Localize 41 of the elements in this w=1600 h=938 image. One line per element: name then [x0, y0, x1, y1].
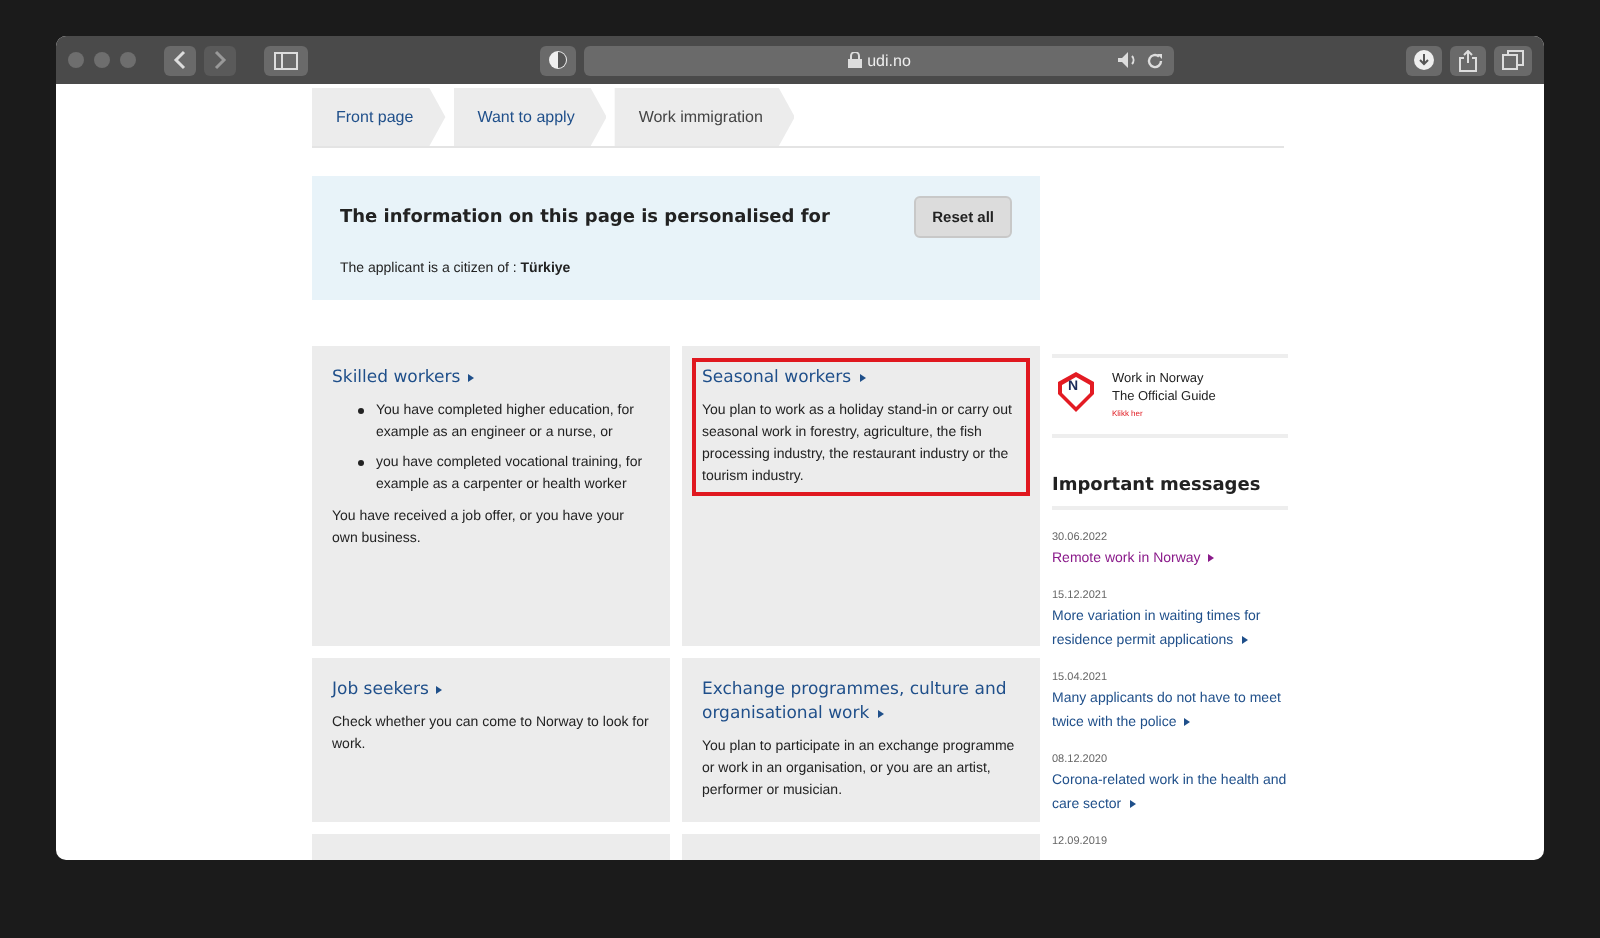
- tabs-icon: [1502, 50, 1524, 70]
- caret-icon: [1182, 716, 1193, 729]
- caret-icon: [875, 707, 886, 720]
- download-button[interactable]: [1406, 45, 1442, 75]
- reload-icon[interactable]: [1146, 51, 1164, 69]
- forward-icon: [212, 50, 228, 70]
- caret-icon: [1206, 552, 1217, 565]
- caret-icon: [1239, 634, 1250, 647]
- speaker-icon[interactable]: [1118, 51, 1138, 67]
- tabs-button[interactable]: [1494, 45, 1532, 75]
- sidebar-icon: [274, 51, 298, 69]
- minimize-dot-icon[interactable]: [94, 52, 110, 68]
- category-link[interactable]: Seasonal workers: [702, 366, 1020, 390]
- caret-icon: [466, 371, 477, 384]
- lock-icon: [847, 52, 862, 68]
- back-icon: [172, 50, 188, 70]
- caret-icon: [1127, 798, 1138, 811]
- breadcrumb-link[interactable]: Work immigration: [614, 88, 795, 146]
- sidebar-button[interactable]: [264, 45, 308, 75]
- download-icon: [1414, 50, 1434, 70]
- back-button[interactable]: [164, 45, 196, 75]
- category-link[interactable]: Skilled workers: [332, 366, 650, 390]
- breadcrumb-link[interactable]: Want to apply: [453, 88, 607, 146]
- category-link[interactable]: Job seekers: [332, 678, 650, 702]
- personalisation-title: The information on this page is personalised for: [340, 207, 830, 227]
- bullet-icon: [358, 460, 364, 466]
- forward-button[interactable]: [204, 45, 236, 75]
- address-text: udi.no: [867, 51, 911, 69]
- section-heading: Important messages: [1052, 476, 1288, 510]
- category-link[interactable]: Exchange programmes, culture and organisational work: [702, 678, 1020, 726]
- caret-icon: [857, 371, 868, 384]
- bullet-icon: [358, 408, 364, 414]
- caret-icon: [434, 683, 445, 696]
- zoom-dot-icon[interactable]: [120, 52, 136, 68]
- share-icon: [1458, 49, 1478, 71]
- close-dot-icon[interactable]: [68, 52, 84, 68]
- privacy-button[interactable]: [540, 45, 576, 75]
- share-button[interactable]: [1450, 45, 1486, 75]
- address-bar[interactable]: udi.no: [584, 45, 1174, 75]
- breadcrumb-link[interactable]: Front page: [312, 88, 446, 146]
- logo-icon: [1056, 370, 1096, 414]
